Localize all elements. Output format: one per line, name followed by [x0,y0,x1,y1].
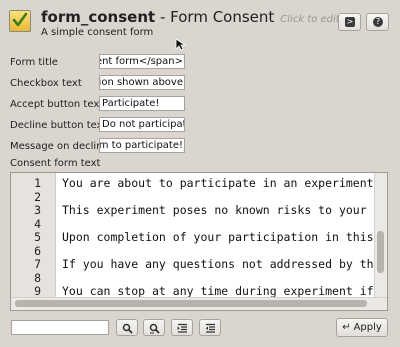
line-number: 5 [34,230,41,244]
plugin-title[interactable]: form_consent - Form Consent Click to edit [41,8,340,26]
plugin-description[interactable]: A simple consent form [41,27,153,38]
horizontal-scrollbar[interactable] [11,297,387,310]
search-input[interactable] [11,320,109,335]
line-number: 1 [34,176,41,190]
console-icon: > [345,17,355,27]
line-number: 6 [34,243,41,258]
consent-form-text-label: Consent form text [10,158,101,169]
line-number-gutter: 1 2 3 4 5 6 7 8 9 [11,173,56,298]
plugin-name: form_consent [41,8,156,26]
consent-text-editor[interactable]: 1 2 3 4 5 6 7 8 9 You are about to parti… [10,172,388,311]
message-on-decline-label: Message on decline [10,141,109,152]
checkbox-text-label: Checkbox text [10,78,82,89]
line-number: 4 [34,216,41,231]
code-line: This experiment poses no known risks to … [62,203,381,217]
line-number: 9 [34,284,41,298]
title-separator: - [155,8,171,26]
form-title-label: Form title [10,57,58,68]
line-number: 2 [34,189,41,204]
code-line: You can stop at any time during experime… [62,284,374,298]
help-icon: ? [373,17,383,27]
apply-button[interactable]: ↵ Apply [336,318,388,337]
help-button[interactable]: ? [366,13,389,31]
console-button[interactable]: > [338,13,361,31]
search-icon [122,323,133,334]
code-line: You are about to participate in an exper… [62,176,381,190]
plugin-editor: form_consent - Form Consent Click to edit… [0,0,400,347]
checkbox-plugin-icon [9,10,31,32]
message-on-decline-input[interactable]: orm to participate! [99,138,185,153]
vertical-scrollbar[interactable] [374,173,387,298]
code-line: If you have any questions not addressed … [62,257,381,271]
search-replace-icon [149,323,160,334]
code-line: Upon completion of your participation in… [62,230,374,244]
indent-icon [177,323,187,333]
accept-button-text-label: Accept button text [10,99,104,110]
search-replace-button[interactable] [143,319,165,336]
search-button[interactable] [116,319,138,336]
decline-button-text-input[interactable]: Do not participate [99,117,185,132]
horizontal-scroll-thumb[interactable] [15,300,367,307]
plugin-label: Form Consent [170,8,275,26]
mouse-cursor-icon [175,38,187,51]
line-number: 3 [34,203,41,217]
apply-arrow-icon: ↵ [342,322,351,333]
line-number: 7 [34,257,41,271]
checkbox-text-input[interactable]: ation shown above [99,75,185,90]
line-number: 8 [34,270,41,285]
indent-button[interactable] [171,319,193,336]
form-title-input[interactable]: nsent form</span> [99,54,185,69]
unindent-icon [205,323,215,333]
click-to-edit-hint[interactable]: Click to edit [280,14,339,25]
unindent-button[interactable] [199,319,221,336]
vertical-scroll-thumb[interactable] [377,231,384,273]
apply-label: Apply [353,322,382,333]
decline-button-text-label: Decline button text [10,120,107,131]
accept-button-text-input[interactable]: Participate! [99,96,185,111]
